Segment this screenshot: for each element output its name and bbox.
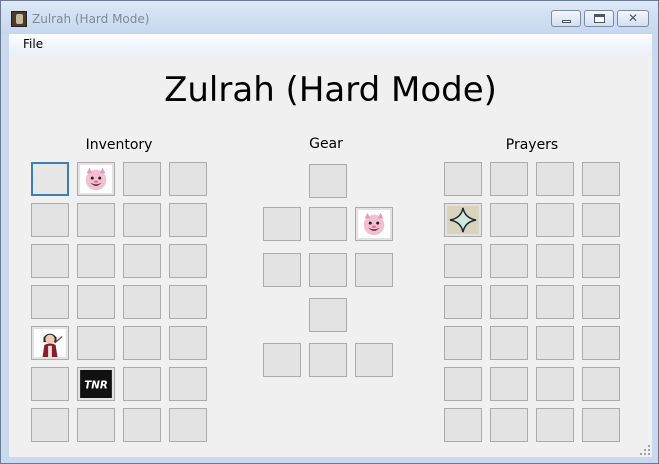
- inventory-slot[interactable]: [77, 326, 115, 360]
- inventory-slot[interactable]: [77, 408, 115, 442]
- inventory-slot[interactable]: [123, 285, 161, 319]
- character-portrait-icon: [34, 329, 66, 357]
- prayer-slot[interactable]: [536, 244, 574, 278]
- prayer-slot[interactable]: [444, 367, 482, 401]
- inventory-slot[interactable]: [77, 203, 115, 237]
- gear-slot-weapon[interactable]: [263, 253, 301, 287]
- inventory-slot[interactable]: [123, 367, 161, 401]
- inventory-slot[interactable]: [77, 162, 115, 196]
- inventory-slot[interactable]: [169, 326, 207, 360]
- maximize-button[interactable]: [584, 10, 614, 27]
- gear-slot-head[interactable]: [309, 164, 347, 198]
- prayer-slot[interactable]: [490, 162, 528, 196]
- prayer-slot[interactable]: [536, 203, 574, 237]
- prayer-slot[interactable]: [582, 203, 620, 237]
- gear-slot-legs[interactable]: [309, 298, 347, 332]
- inventory-slot[interactable]: [123, 408, 161, 442]
- app-icon[interactable]: [11, 11, 27, 27]
- prayer-slot[interactable]: [490, 408, 528, 442]
- inventory-slot[interactable]: TNR: [77, 367, 115, 401]
- window-title: Zulrah (Hard Mode): [32, 12, 150, 26]
- inventory-slot[interactable]: [169, 367, 207, 401]
- prayer-slot[interactable]: [536, 367, 574, 401]
- close-button[interactable]: ✕: [617, 10, 649, 27]
- app-window: Zulrah (Hard Mode) ✕ File Zulrah (Hard M…: [0, 0, 659, 464]
- gear-slot-ammo[interactable]: [355, 207, 393, 241]
- gear-slot-hands[interactable]: [263, 343, 301, 377]
- minimize-button[interactable]: [551, 10, 581, 27]
- prayer-star-icon: [447, 206, 479, 234]
- gear-slot-body[interactable]: [309, 253, 347, 287]
- inventory-slot[interactable]: [77, 244, 115, 278]
- gear-slot-feet[interactable]: [309, 343, 347, 377]
- inventory-slot[interactable]: [123, 203, 161, 237]
- inventory-slot[interactable]: [123, 162, 161, 196]
- inventory-slot[interactable]: [169, 162, 207, 196]
- inventory-slot[interactable]: [169, 408, 207, 442]
- gear-slot-cape[interactable]: [263, 207, 301, 241]
- inventory-slot[interactable]: [31, 162, 69, 196]
- svg-text:TNR: TNR: [84, 380, 108, 392]
- pet-portrait-icon: [358, 210, 390, 238]
- prayer-slot[interactable]: [444, 162, 482, 196]
- inventory-slot[interactable]: [123, 244, 161, 278]
- inventory-slot[interactable]: [31, 408, 69, 442]
- prayer-slot[interactable]: [536, 326, 574, 360]
- maximize-icon: [594, 14, 605, 23]
- gear-label: Gear: [309, 136, 343, 152]
- prayer-slot[interactable]: [582, 244, 620, 278]
- prayer-slot[interactable]: [490, 203, 528, 237]
- prayer-slot[interactable]: [444, 285, 482, 319]
- gear-slot-ring[interactable]: [355, 343, 393, 377]
- prayers-label: Prayers: [505, 137, 559, 153]
- pet-portrait-icon: [80, 165, 112, 193]
- prayer-slot[interactable]: [444, 326, 482, 360]
- close-icon: ✕: [627, 11, 639, 25]
- prayer-slot[interactable]: [582, 408, 620, 442]
- gear-slot-neck[interactable]: [309, 207, 347, 241]
- prayer-slot[interactable]: [444, 408, 482, 442]
- prayer-slot[interactable]: [490, 367, 528, 401]
- minimize-icon: [562, 20, 571, 23]
- inventory-slot[interactable]: [77, 285, 115, 319]
- prayer-slot[interactable]: [582, 162, 620, 196]
- prayer-slot[interactable]: [536, 162, 574, 196]
- inventory-slot[interactable]: [169, 203, 207, 237]
- prayer-slot[interactable]: [490, 244, 528, 278]
- inventory-slot[interactable]: [31, 203, 69, 237]
- inventory-slot[interactable]: [169, 244, 207, 278]
- inventory-slot[interactable]: [31, 244, 69, 278]
- tnr-logo-icon: TNR: [80, 370, 112, 398]
- prayer-slot[interactable]: [490, 326, 528, 360]
- inventory-slot[interactable]: [169, 285, 207, 319]
- client-area: File Zulrah (Hard Mode) Inventory Gear P…: [9, 34, 652, 457]
- prayer-slot[interactable]: [444, 203, 482, 237]
- gear-slot-shield[interactable]: [355, 253, 393, 287]
- menu-file[interactable]: File: [16, 36, 50, 52]
- prayer-slot[interactable]: [490, 285, 528, 319]
- inventory-slot[interactable]: [31, 285, 69, 319]
- menu-bar: File: [9, 34, 652, 55]
- inventory-slot[interactable]: [31, 326, 69, 360]
- inventory-slot[interactable]: [31, 367, 69, 401]
- prayer-slot[interactable]: [582, 367, 620, 401]
- prayer-slot[interactable]: [582, 326, 620, 360]
- resize-grip[interactable]: [640, 445, 650, 455]
- prayer-slot[interactable]: [582, 285, 620, 319]
- page-title: Zulrah (Hard Mode): [164, 70, 497, 110]
- inventory-label: Inventory: [85, 137, 153, 153]
- title-bar[interactable]: Zulrah (Hard Mode) ✕: [1, 1, 658, 34]
- inventory-slot[interactable]: [123, 326, 161, 360]
- prayer-slot[interactable]: [444, 244, 482, 278]
- prayer-slot[interactable]: [536, 285, 574, 319]
- prayer-slot[interactable]: [536, 408, 574, 442]
